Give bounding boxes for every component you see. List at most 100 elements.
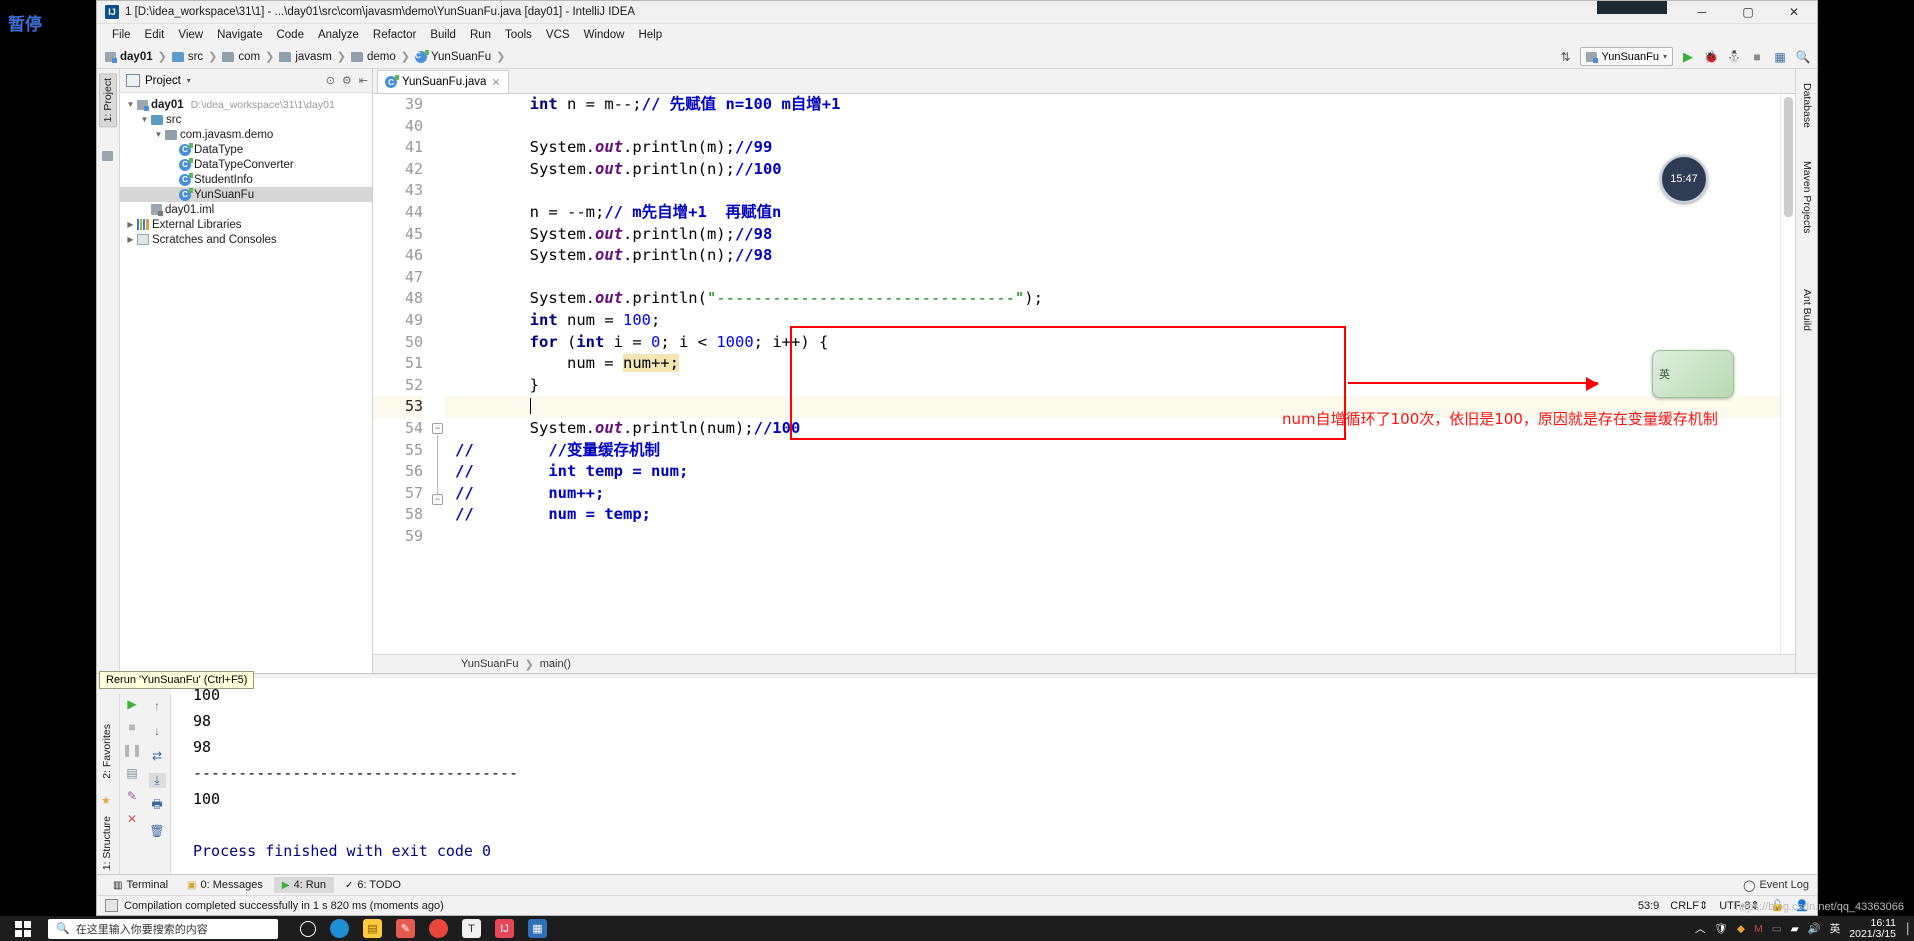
menu-refactor[interactable]: Refactor [366,27,423,43]
debug-button[interactable]: 🐞 [1703,49,1719,65]
code-line-50[interactable]: for (int i = 0; i < 1000; i++) { [445,332,1780,354]
print-icon[interactable]: 🖶 [149,797,166,813]
code-line-45[interactable]: System.out.println(m);//98 [445,224,1780,246]
line-number-44[interactable]: 44 [373,202,423,224]
stop-button[interactable]: ■ [1749,49,1765,65]
breadcrumb-item-src[interactable]: src [171,51,203,63]
tray-app1-icon[interactable]: ◆ [1737,923,1745,935]
taskbar-search-box[interactable]: 🔍 在这里输入你要搜索的内容 [48,918,278,939]
sidebar-tab-maven[interactable]: Maven Projects [1799,157,1815,237]
tree-node-datatype[interactable]: C DataType [120,142,372,157]
menu-code[interactable]: Code [269,27,311,43]
line-number-48[interactable]: 48 [373,288,423,310]
chevron-down-icon[interactable]: ▼ [138,115,151,124]
tool-window-tab-terminal[interactable]: ▥ Terminal [105,877,176,893]
paint-icon[interactable]: ✎ [396,919,415,938]
fold-collapse-icon[interactable]: − [432,423,443,434]
code-line-39[interactable]: int n = m--;// 先赋值 n=100 m自增+1 [445,94,1780,116]
rerun-button[interactable]: ▶ [124,696,141,711]
menu-window[interactable]: Window [577,27,632,43]
code-area[interactable]: int n = m--;// 先赋值 n=100 m自增+1 System.ou… [445,94,1780,654]
line-number-41[interactable]: 41 [373,137,423,159]
code-line-41[interactable]: System.out.println(m);//99 [445,137,1780,159]
tree-node-datatypeconverter[interactable]: C DataTypeConverter [120,157,372,172]
close-button[interactable]: ✕ [1771,1,1817,23]
tree-node-day01-iml[interactable]: day01.iml [120,202,372,217]
settings-gear-icon[interactable]: ⚙ [342,74,352,87]
maximize-button[interactable]: ▢ [1725,1,1771,23]
caret-position[interactable]: 53:9 [1638,900,1659,912]
chevron-down-icon[interactable]: ▼ [124,100,137,109]
code-line-56[interactable]: // int temp = num; [445,461,1780,483]
tray-volume-icon[interactable]: 🔊 [1808,922,1821,935]
pause-button[interactable]: ❚❚ [122,742,142,757]
line-number-46[interactable]: 46 [373,245,423,267]
cortana-icon[interactable] [300,920,316,937]
code-line-57[interactable]: // num++; [445,483,1780,505]
line-number-57[interactable]: 57 [373,483,423,505]
breadcrumb-item-yunsuanfu[interactable]: C YunSuanFu [415,49,491,63]
code-line-55[interactable]: // //变量缓存机制 [445,440,1780,462]
line-number-43[interactable]: 43 [373,180,423,202]
menu-analyze[interactable]: Analyze [311,27,366,43]
floating-clock-widget[interactable]: 15:47 [1660,155,1708,203]
fold-expand-icon[interactable]: − [432,494,443,505]
breadcrumb-item-javasm[interactable]: javasm [279,51,332,63]
breadcrumb-item-com[interactable]: com [222,51,260,63]
editor-breadcrumb-main-[interactable]: main() [540,658,571,670]
marker-bar[interactable] [1780,94,1795,654]
code-line-47[interactable] [445,267,1780,289]
tray-expand-icon[interactable]: ︿ [1695,921,1706,936]
tool-window-tab-6-todo[interactable]: ✓ 6: TODO [337,877,409,893]
tray-network-icon[interactable]: ▰ [1791,923,1799,935]
module-strip-icon[interactable] [102,151,113,161]
scroll-up-icon[interactable]: ↑ [149,698,166,713]
code-line-58[interactable]: // num = temp; [445,504,1780,526]
toggle-tasks-icon[interactable]: ▤ [124,765,141,780]
menu-tools[interactable]: Tools [498,27,539,43]
sort-icon[interactable]: ⇅ [1557,49,1573,65]
line-number-59[interactable]: 59 [373,526,423,548]
code-line-46[interactable]: System.out.println(n);//98 [445,245,1780,267]
tree-node-src[interactable]: ▼ src [120,112,372,127]
line-number-47[interactable]: 47 [373,267,423,289]
run-configuration-selector[interactable]: YunSuanFu ▾ [1580,47,1673,66]
search-button[interactable]: 🔍 [1795,49,1811,65]
close-icon[interactable]: ✕ [491,76,500,89]
tree-node-studentinfo[interactable]: C StudentInfo [120,172,372,187]
line-number-42[interactable]: 42 [373,159,423,181]
line-number-50[interactable]: 50 [373,332,423,354]
code-line-42[interactable]: System.out.println(n);//100 [445,159,1780,181]
breadcrumb-item-day01[interactable]: day01 [105,51,153,63]
line-number-52[interactable]: 52 [373,375,423,397]
code-line-51[interactable]: num = num++; [445,353,1780,375]
edge-icon[interactable] [330,919,349,938]
typora-icon[interactable]: T [462,919,481,938]
run-coverage-button[interactable]: ⛄ [1726,49,1742,65]
menu-run[interactable]: Run [463,27,498,43]
tree-node-scratches-and-consoles[interactable]: ▶ Scratches and Consoles [120,232,372,247]
tool-window-tab-4-run[interactable]: ▶ 4: Run [273,877,334,893]
line-separator[interactable]: CRLF⇕ [1670,899,1708,912]
tree-node-com-javasm-demo[interactable]: ▼ com.javasm.demo [120,127,372,142]
console-output[interactable]: 100 98 98 ---------------------------------… [171,678,1817,874]
tray-shield-icon[interactable]: 🛡 [1715,922,1728,935]
chevron-down-icon[interactable]: ▾ [187,76,191,85]
editor-tab-yunsuanfu[interactable]: C YunSuanFu.java ✕ [377,70,509,93]
chevron-right-icon[interactable]: ▶ [124,235,137,244]
idea-icon[interactable]: IJ [495,919,514,938]
menu-build[interactable]: Build [423,27,463,43]
code-line-52[interactable]: } [445,375,1780,397]
soft-wrap-icon[interactable]: ⇄ [149,748,166,763]
line-number-54[interactable]: 54 [373,418,423,440]
line-number-53[interactable]: 53 [373,396,423,418]
code-line-43[interactable] [445,180,1780,202]
show-desktop-button[interactable]: │ [1905,923,1912,935]
tree-node-day01[interactable]: ▼ day01 D:\idea_workspace\31\1\day01 [120,97,372,112]
chrome-icon[interactable] [429,919,448,938]
start-button[interactable] [0,920,46,937]
tray-ime-icon[interactable]: 英 [1830,921,1841,936]
menu-vcs[interactable]: VCS [539,27,577,43]
line-number-39[interactable]: 39 [373,94,423,116]
code-line-59[interactable] [445,526,1780,548]
